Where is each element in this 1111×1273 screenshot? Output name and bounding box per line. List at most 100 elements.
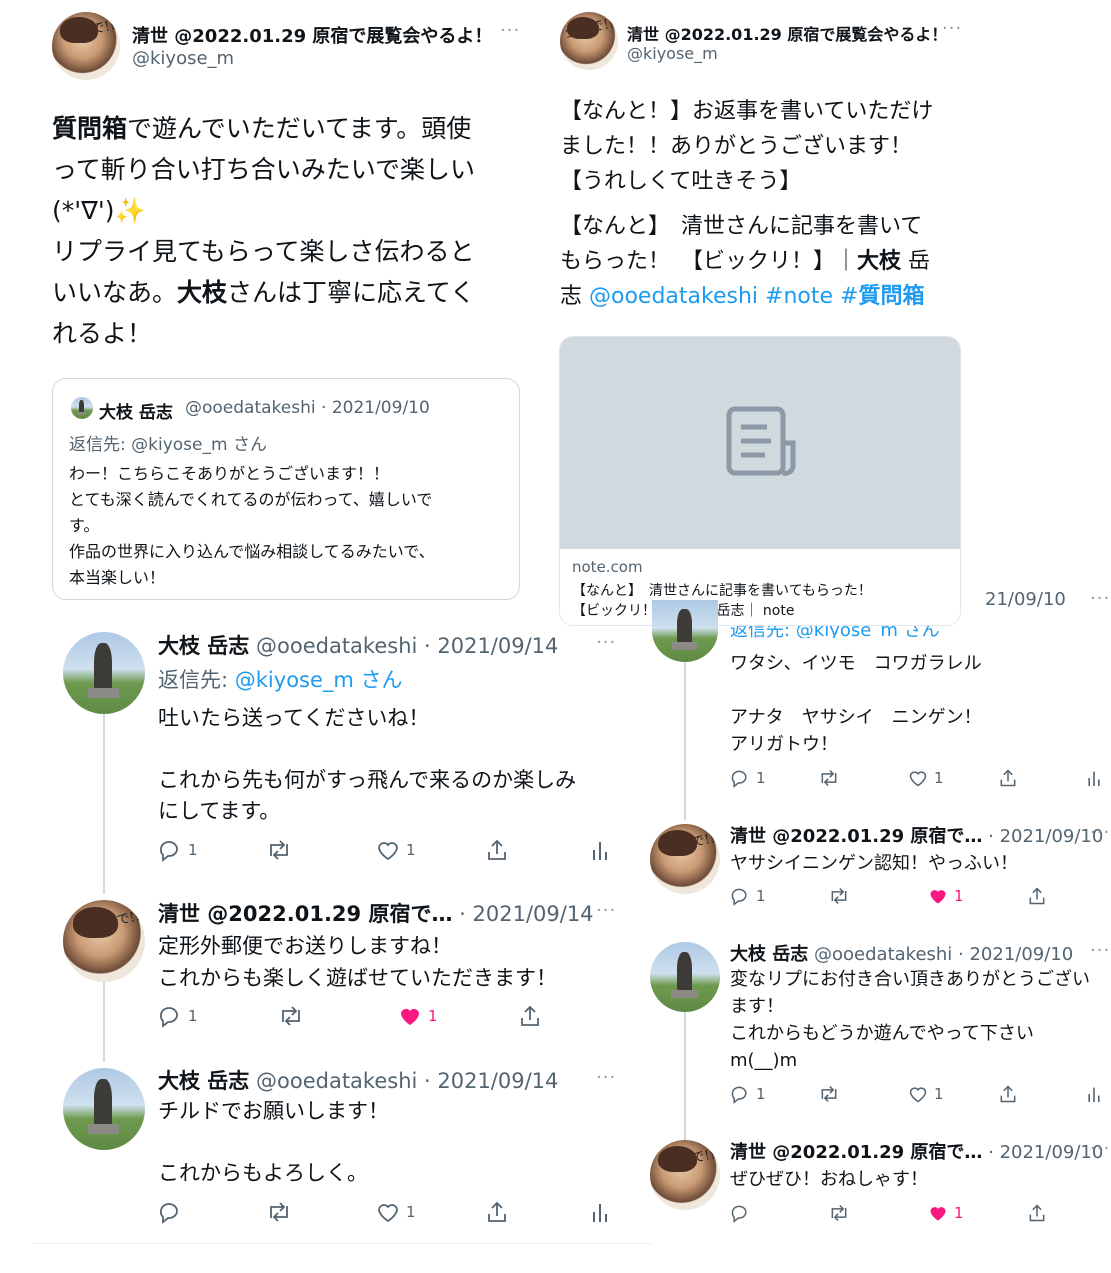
- more-icon[interactable]: ···: [1090, 1138, 1110, 1159]
- author-name[interactable]: 清世 @2022.01.29 原宿で…: [730, 826, 982, 847]
- handle-date: · 2021/09/10: [982, 826, 1104, 847]
- more-icon[interactable]: ···: [596, 632, 616, 653]
- thread-line: [103, 712, 105, 894]
- retweet-button[interactable]: [818, 768, 840, 788]
- reply-button[interactable]: 1: [730, 1084, 766, 1104]
- hashtag-link[interactable]: #質問箱: [840, 284, 924, 309]
- reply-icon: [731, 888, 747, 906]
- like-icon: [909, 771, 927, 787]
- reply-button[interactable]: [158, 1200, 182, 1224]
- like-button[interactable]: 1: [928, 1203, 964, 1223]
- text-line: リプライ見てもらって楽しさ伝わると: [52, 237, 475, 266]
- retweet-button[interactable]: [278, 1004, 304, 1028]
- more-icon[interactable]: ···: [1090, 822, 1110, 843]
- avatar[interactable]: [650, 942, 720, 1012]
- like-filled-icon: [930, 890, 946, 904]
- retweet-button[interactable]: [266, 838, 292, 862]
- more-icon[interactable]: ···: [596, 1067, 616, 1088]
- more-icon[interactable]: ···: [1090, 588, 1110, 609]
- analytics-button[interactable]: [1086, 1084, 1102, 1104]
- text-line: 変なリプにお付き合い頂きありがとうござい: [730, 969, 1090, 990]
- like-button[interactable]: 1: [376, 1200, 416, 1224]
- card-domain: note.com: [572, 558, 643, 576]
- reply-icon: [731, 1205, 747, 1223]
- avatar[interactable]: 全力で!!: [63, 900, 145, 982]
- reply-button[interactable]: 1: [730, 768, 766, 788]
- share-button[interactable]: [1027, 886, 1047, 906]
- reply-to-partial: 返信先: @kiyose_m さん: [730, 626, 950, 638]
- share-button[interactable]: [485, 1200, 509, 1224]
- share-button[interactable]: [998, 1084, 1018, 1104]
- avatar[interactable]: 全力で!!: [560, 12, 618, 70]
- mention-link[interactable]: @ooedatakeshi: [589, 284, 758, 309]
- share-button[interactable]: [485, 838, 509, 862]
- link-preview-card[interactable]: note.com 【なんと】 清世さんに記事を書いてもらった！ 【ビックリ！】｜…: [559, 336, 961, 626]
- reply-count: 1: [188, 1007, 198, 1025]
- analytics-button[interactable]: [1086, 768, 1102, 788]
- retweet-icon: [831, 1204, 847, 1222]
- retweet-button[interactable]: [818, 1084, 840, 1104]
- author-name[interactable]: 大枝 岳志: [158, 634, 249, 658]
- share-button[interactable]: [998, 768, 1018, 788]
- author-name[interactable]: 清世 @2022.01.29 原宿で…: [730, 1142, 982, 1163]
- retweet-button[interactable]: [266, 1200, 292, 1224]
- like-button[interactable]: 1: [908, 1084, 944, 1104]
- text-line: 【なんと！】お返事を書いていただけ: [560, 99, 934, 124]
- like-button[interactable]: 1: [376, 838, 416, 862]
- text-line: さんは丁寧に応えてく: [227, 278, 476, 307]
- reply-to: 返信先: @kiyose_m さん: [158, 664, 403, 694]
- text-line: ワタシ、イツモ コワガラレル: [730, 653, 982, 674]
- like-button[interactable]: 1: [928, 886, 964, 906]
- like-count: 1: [934, 1085, 944, 1103]
- like-count: 1: [406, 1203, 416, 1221]
- retweet-button[interactable]: [828, 886, 850, 906]
- more-icon[interactable]: ···: [942, 18, 962, 39]
- avatar[interactable]: 全力で!!: [650, 824, 720, 894]
- more-icon[interactable]: ···: [500, 20, 520, 41]
- more-icon[interactable]: ···: [1090, 940, 1110, 961]
- reply-mention[interactable]: @kiyose_m: [235, 668, 354, 692]
- tweet-text: ぜひぜひ！おねしゃす！: [730, 1166, 928, 1193]
- retweet-icon: [282, 1006, 300, 1026]
- like-icon: [378, 1204, 398, 1223]
- avatar[interactable]: 全力で!!: [650, 1140, 720, 1210]
- share-icon: [488, 839, 506, 860]
- text-line: 【うれしくて吐きそう】: [560, 169, 802, 194]
- reply-suffix: さん: [353, 668, 403, 692]
- like-button[interactable]: 1: [398, 1004, 438, 1028]
- author-name[interactable]: 清世 @2022.01.29 原宿で…: [158, 902, 452, 926]
- author-handle[interactable]: @kiyose_m: [132, 48, 234, 69]
- author-name[interactable]: 大枝 岳志: [730, 944, 808, 965]
- like-icon: [909, 1087, 927, 1103]
- quote-line: わー！こちらこそありがとうございます！！: [69, 464, 390, 483]
- avatar[interactable]: [63, 1068, 145, 1150]
- author-name[interactable]: 清世 @2022.01.29 原宿で展覧会やるよ！: [627, 21, 947, 45]
- author-handle[interactable]: @kiyose_m: [627, 44, 718, 63]
- avatar-text: 全力で!!: [564, 16, 616, 42]
- text-line: 志: [560, 284, 589, 309]
- reply-button[interactable]: 1: [158, 1004, 198, 1028]
- share-button[interactable]: [1027, 1203, 1047, 1223]
- reply-icon: [160, 1007, 178, 1028]
- reply-button[interactable]: 1: [158, 838, 198, 862]
- more-icon[interactable]: ···: [596, 900, 616, 921]
- hashtag-link[interactable]: #note: [758, 284, 840, 309]
- author-name[interactable]: 清世 @2022.01.29 原宿で展覧会やるよ！: [132, 22, 492, 48]
- analytics-button[interactable]: [590, 838, 610, 862]
- analytics-button[interactable]: [590, 1200, 610, 1224]
- quote-tweet-card[interactable]: 大枝 岳志 @ooedatakeshi · 2021/09/10 返信先: @k…: [52, 378, 520, 600]
- share-button[interactable]: [518, 1004, 542, 1028]
- avatar[interactable]: [63, 632, 145, 714]
- analytics-icon: [593, 842, 607, 860]
- like-button[interactable]: 1: [908, 768, 944, 788]
- reply-to: 返信先: @kiyose_m さん: [730, 626, 940, 638]
- avatar[interactable]: 全力で!!: [52, 12, 120, 80]
- quote-line: 作品の世界に入り込んで悩み相談してるみたいで、: [69, 542, 435, 561]
- author-name[interactable]: 大枝 岳志: [158, 1069, 249, 1093]
- text-line: にしてます。: [158, 799, 281, 823]
- avatar[interactable]: [652, 600, 718, 662]
- text-line: アリガトウ！: [730, 734, 838, 755]
- retweet-button[interactable]: [828, 1203, 850, 1223]
- reply-button[interactable]: [730, 1203, 750, 1223]
- reply-button[interactable]: 1: [730, 886, 766, 906]
